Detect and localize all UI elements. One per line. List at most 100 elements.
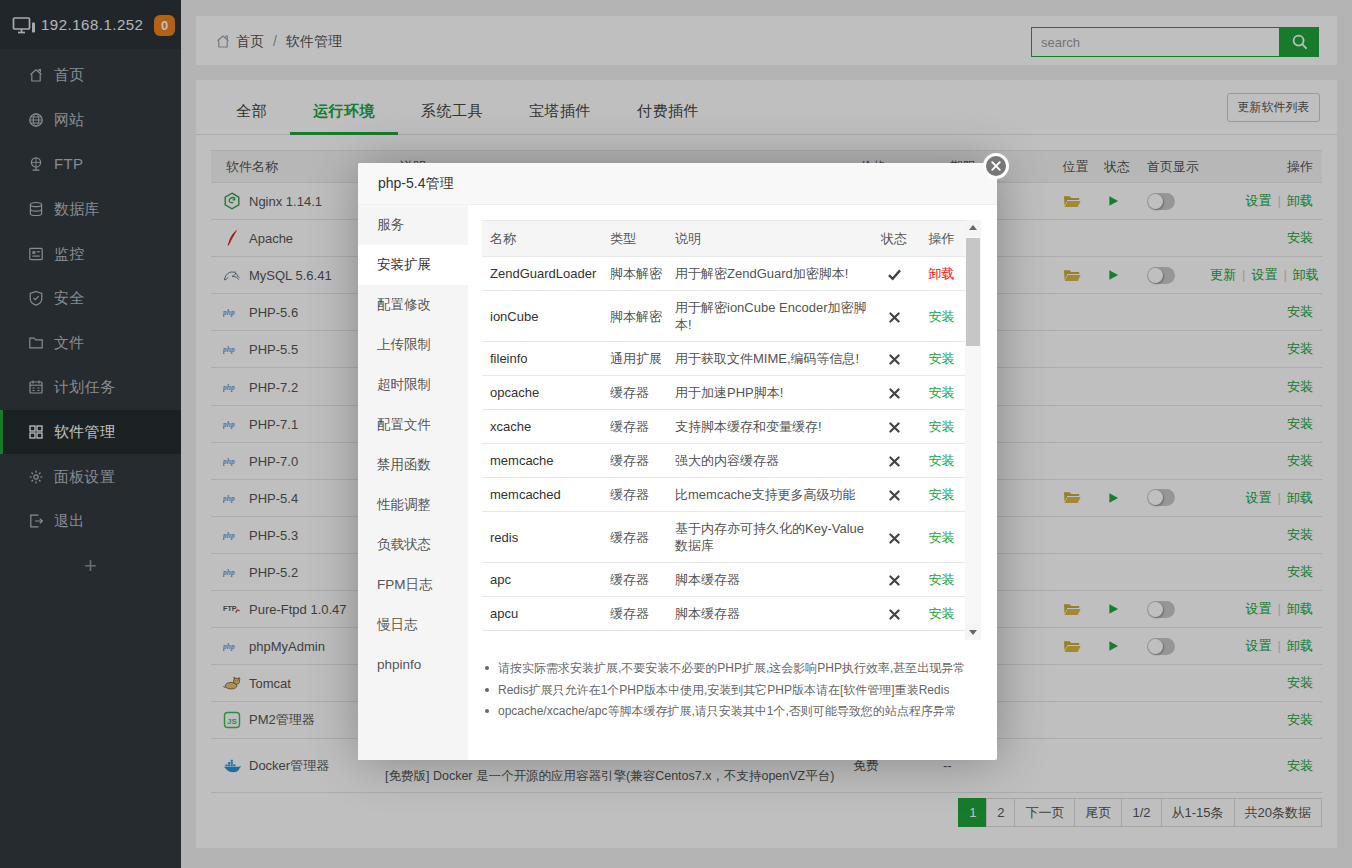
- extension-type: 缓存器: [602, 478, 667, 512]
- extension-row: apcu 缓存器 脚本缓存器 安装: [482, 597, 965, 631]
- extension-row: apc 缓存器 脚本缓存器 安装: [482, 563, 965, 597]
- extension-name: xcache: [482, 410, 602, 444]
- extension-action-cell: 安装: [918, 512, 965, 563]
- extension-status: [870, 444, 918, 478]
- extension-row: ionCube 脚本解密 用于解密ionCube Encoder加密脚本! 安装: [482, 291, 965, 342]
- modal-menu-超时限制[interactable]: 超时限制: [358, 365, 468, 405]
- extension-notes: 请按实际需求安装扩展,不要安装不必要的PHP扩展,这会影响PHP执行效率,甚至出…: [482, 660, 982, 725]
- extension-desc: 基于内存亦可持久化的Key-Value数据库: [667, 512, 870, 563]
- install-link[interactable]: 安装: [929, 487, 955, 502]
- extension-status: [870, 291, 918, 342]
- extension-desc: 比memcache支持更多高级功能: [667, 478, 870, 512]
- extension-status: [870, 342, 918, 376]
- ext-col-action: 操作: [918, 221, 965, 257]
- not-installed-cross-icon: [888, 606, 901, 621]
- modal-menu-性能调整[interactable]: 性能调整: [358, 485, 468, 525]
- extension-type: 通用扩展: [602, 342, 667, 376]
- not-installed-cross-icon: [888, 309, 901, 324]
- extension-desc: 用于解密ionCube Encoder加密脚本!: [667, 291, 870, 342]
- install-link[interactable]: 安装: [929, 309, 955, 324]
- extension-name: redis: [482, 512, 602, 563]
- not-installed-cross-icon: [888, 453, 901, 468]
- ext-col-name: 名称: [482, 221, 602, 257]
- modal-menu-禁用函数[interactable]: 禁用函数: [358, 445, 468, 485]
- extension-action-cell: 卸载: [918, 257, 965, 291]
- extension-type: 缓存器: [602, 512, 667, 563]
- note-item: Redis扩展只允许在1个PHP版本中使用,安装到其它PHP版本请在[软件管理]…: [482, 682, 982, 704]
- extension-desc: 用于获取文件MIME,编码等信息!: [667, 342, 870, 376]
- extension-row: memcache 缓存器 强大的内容缓存器 安装: [482, 444, 965, 478]
- extension-desc: 支持脚本缓存和变量缓存!: [667, 410, 870, 444]
- modal-menu-上传限制[interactable]: 上传限制: [358, 325, 468, 365]
- modal-menu-安装扩展[interactable]: 安装扩展: [358, 245, 468, 285]
- install-link[interactable]: 安装: [929, 572, 955, 587]
- not-installed-cross-icon: [888, 572, 901, 587]
- modal-menu-配置文件[interactable]: 配置文件: [358, 405, 468, 445]
- extension-name: memcached: [482, 478, 602, 512]
- extension-type: 缓存器: [602, 563, 667, 597]
- extension-header-row: 名称 类型 说明 状态 操作: [482, 221, 965, 257]
- extension-status: [870, 376, 918, 410]
- extension-row: memcached 缓存器 比memcache支持更多高级功能 安装: [482, 478, 965, 512]
- scrollbar-thumb[interactable]: [966, 238, 980, 346]
- extension-action-cell: 安装: [918, 597, 965, 631]
- note-item: opcache/xcache/apc等脚本缓存扩展,请只安装其中1个,否则可能导…: [482, 703, 982, 725]
- extension-row: redis 缓存器 基于内存亦可持久化的Key-Value数据库 安装: [482, 512, 965, 563]
- php-manage-modal: php-5.4管理 服务安装扩展配置修改上传限制超时限制配置文件禁用函数性能调整…: [358, 163, 997, 760]
- install-link[interactable]: 安装: [929, 385, 955, 400]
- modal-menu-慢日志[interactable]: 慢日志: [358, 605, 468, 645]
- scroll-up-button[interactable]: [965, 220, 981, 236]
- extension-action-cell: 安装: [918, 478, 965, 512]
- scroll-down-button[interactable]: [965, 624, 981, 640]
- modal-menu-服务[interactable]: 服务: [358, 205, 468, 245]
- ext-col-status: 状态: [870, 221, 918, 257]
- not-installed-cross-icon: [888, 487, 901, 502]
- install-link[interactable]: 安装: [929, 606, 955, 621]
- extension-status: [870, 512, 918, 563]
- extension-type: 缓存器: [602, 376, 667, 410]
- extension-action-cell: 安装: [918, 376, 965, 410]
- extension-action-cell: 安装: [918, 444, 965, 478]
- extension-status: [870, 597, 918, 631]
- install-link[interactable]: 安装: [929, 530, 955, 545]
- uninstall-link[interactable]: 卸载: [929, 266, 955, 281]
- extension-type: 脚本解密: [602, 291, 667, 342]
- extension-type: 缓存器: [602, 444, 667, 478]
- extension-name: memcache: [482, 444, 602, 478]
- extension-name: apcu: [482, 597, 602, 631]
- extension-action-cell: 安装: [918, 342, 965, 376]
- scrollbar[interactable]: [965, 220, 981, 640]
- extension-name: opcache: [482, 376, 602, 410]
- extension-type: 脚本解密: [602, 257, 667, 291]
- close-icon[interactable]: [983, 153, 1009, 179]
- install-link[interactable]: 安装: [929, 351, 955, 366]
- extension-desc: 强大的内容缓存器: [667, 444, 870, 478]
- extension-status: [870, 257, 918, 291]
- extension-status: [870, 563, 918, 597]
- extension-name: ZendGuardLoader: [482, 257, 602, 291]
- extension-type: 缓存器: [602, 410, 667, 444]
- install-link[interactable]: 安装: [929, 419, 955, 434]
- modal-menu-配置修改[interactable]: 配置修改: [358, 285, 468, 325]
- modal-body: 名称 类型 说明 状态 操作 ZendGuardLoader 脚本解密 用于解密…: [482, 220, 981, 640]
- modal-menu-FPM日志[interactable]: FPM日志: [358, 565, 468, 605]
- modal-menu-负载状态[interactable]: 负载状态: [358, 525, 468, 565]
- extension-row: ZendGuardLoader 脚本解密 用于解密ZendGuard加密脚本! …: [482, 257, 965, 291]
- not-installed-cross-icon: [888, 530, 901, 545]
- extension-row: xcache 缓存器 支持脚本缓存和变量缓存! 安装: [482, 410, 965, 444]
- extension-desc: 脚本缓存器: [667, 597, 870, 631]
- extension-desc: 脚本缓存器: [667, 563, 870, 597]
- extension-status: [870, 478, 918, 512]
- modal-title: php-5.4管理: [378, 163, 453, 204]
- extension-table: 名称 类型 说明 状态 操作 ZendGuardLoader 脚本解密 用于解密…: [482, 220, 965, 631]
- extension-name: ionCube: [482, 291, 602, 342]
- extension-row: fileinfo 通用扩展 用于获取文件MIME,编码等信息! 安装: [482, 342, 965, 376]
- extension-table-wrap: 名称 类型 说明 状态 操作 ZendGuardLoader 脚本解密 用于解密…: [482, 220, 965, 640]
- extension-desc: 用于加速PHP脚本!: [667, 376, 870, 410]
- install-link[interactable]: 安装: [929, 453, 955, 468]
- not-installed-cross-icon: [888, 385, 901, 400]
- modal-menu-phpinfo[interactable]: phpinfo: [358, 645, 468, 685]
- installed-check-icon: [887, 266, 902, 281]
- modal-title-bar: php-5.4管理: [358, 163, 997, 205]
- ext-col-type: 类型: [602, 221, 667, 257]
